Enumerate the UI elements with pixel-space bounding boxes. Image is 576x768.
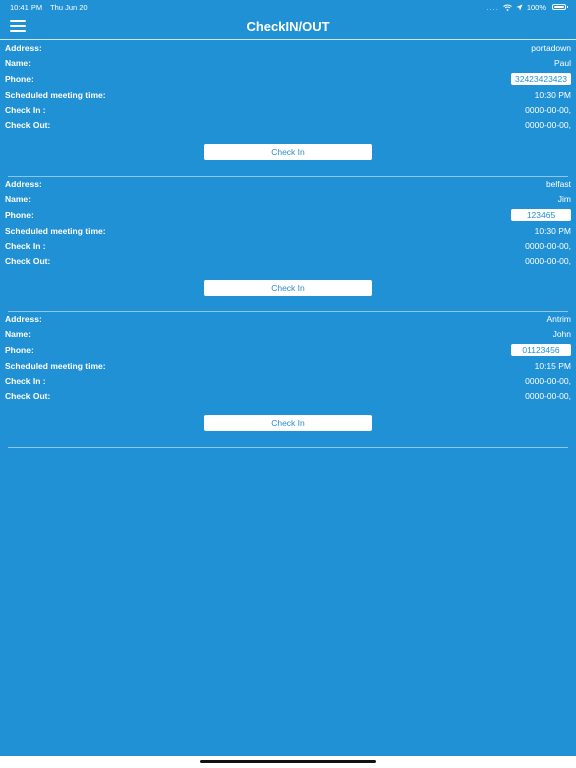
check-out-row: Check Out: 0000-00-00, — [5, 120, 571, 130]
name-value: Paul — [553, 58, 571, 68]
check-in-button[interactable]: Check In — [204, 144, 372, 160]
phone-field[interactable]: 123465 — [511, 208, 571, 221]
phone-label: Phone: — [5, 209, 34, 220]
check-out-value: 0000-00-00, — [525, 255, 571, 266]
address-label: Address: — [5, 43, 42, 53]
scheduled-value: 10:15 PM — [534, 361, 571, 371]
address-row: Address: portadown — [5, 43, 571, 53]
scheduled-label: Scheduled meeting time: — [5, 361, 106, 371]
check-out-row: Check Out: 0000-00-00, — [5, 391, 571, 401]
signal-dots: .... — [486, 2, 499, 12]
record-card: Address: belfast Name: Jim Phone: 123465… — [0, 177, 576, 313]
check-in-label: Check In : — [5, 105, 46, 115]
status-time: 10:41 PM — [10, 2, 43, 12]
name-row: Name: John — [5, 329, 571, 339]
check-in-value: 0000-00-00, — [525, 105, 571, 115]
menu-bar-middle — [10, 25, 26, 27]
scheduled-row: Scheduled meeting time: 10:15 PM — [5, 361, 571, 371]
scheduled-label: Scheduled meeting time: — [5, 225, 106, 236]
hamburger-menu-icon[interactable] — [10, 19, 26, 33]
status-right: .... 100% — [486, 2, 568, 12]
check-out-row: Check Out: 0000-00-00, — [5, 256, 571, 266]
name-label: Name: — [5, 329, 31, 339]
phone-field[interactable]: 01123456 — [511, 344, 571, 356]
scheduled-label: Scheduled meeting time: — [5, 90, 106, 100]
scheduled-value: 10:30 PM — [534, 90, 571, 100]
address-value: portadown — [531, 43, 571, 53]
phone-row: Phone: 32423423423 — [5, 73, 571, 85]
address-label: Address: — [5, 314, 42, 324]
check-out-label: Check Out: — [5, 120, 51, 130]
menu-bar-top — [10, 20, 26, 22]
check-out-value: 0000-00-00, — [525, 120, 571, 130]
check-in-value: 0000-00-00, — [525, 376, 571, 386]
scheduled-row: Scheduled meeting time: 10:30 PM — [5, 226, 571, 236]
name-label: Name: — [5, 193, 31, 204]
menu-bar-bottom — [10, 30, 26, 32]
name-label: Name: — [5, 58, 31, 68]
status-left: 10:41 PM Thu Jun 20 — [10, 3, 94, 12]
check-in-label: Check In : — [5, 240, 46, 251]
battery-percent: 100% — [526, 2, 546, 12]
nav-bar: CheckIN/OUT — [0, 14, 576, 40]
scheduled-value: 10:30 PM — [534, 225, 571, 236]
record-card: Address: portadown Name: Paul Phone: 324… — [0, 41, 576, 177]
address-value: belfast — [545, 178, 571, 189]
battery-icon — [552, 4, 568, 10]
check-in-row: Check In : 0000-00-00, — [5, 105, 571, 115]
check-in-label: Check In : — [5, 376, 46, 386]
address-row: Address: Antrim — [5, 314, 571, 324]
address-row: Address: belfast — [5, 179, 571, 189]
record-card: Address: Antrim Name: John Phone: 011234… — [0, 312, 576, 448]
check-out-value: 0000-00-00, — [525, 391, 571, 401]
check-in-button[interactable]: Check In — [204, 415, 372, 431]
check-in-row: Check In : 0000-00-00, — [5, 241, 571, 251]
phone-label: Phone: — [5, 345, 34, 355]
name-row: Name: Paul — [5, 58, 571, 68]
name-value: John — [552, 329, 571, 339]
phone-row: Phone: 01123456 — [5, 344, 571, 356]
phone-label: Phone: — [5, 74, 34, 84]
check-in-value: 0000-00-00, — [525, 240, 571, 251]
status-bar: 10:41 PM Thu Jun 20 .... 100% — [0, 0, 576, 14]
check-out-label: Check Out: — [5, 255, 51, 266]
name-row: Name: Jim — [5, 194, 571, 204]
scheduled-row: Scheduled meeting time: 10:30 PM — [5, 90, 571, 100]
wifi-icon — [502, 4, 512, 11]
phone-row: Phone: 123465 — [5, 208, 571, 221]
phone-field[interactable]: 32423423423 — [511, 73, 571, 85]
page-title: CheckIN/OUT — [246, 19, 330, 34]
records-list: Address: portadown Name: Paul Phone: 324… — [0, 41, 576, 448]
home-indicator[interactable] — [200, 760, 376, 763]
check-in-row: Check In : 0000-00-00, — [5, 376, 571, 386]
address-value: Antrim — [546, 314, 571, 324]
status-date: Thu Jun 20 — [50, 2, 88, 12]
check-out-label: Check Out: — [5, 391, 51, 401]
check-in-button[interactable]: Check In — [204, 279, 372, 296]
name-value: Jim — [557, 193, 571, 204]
address-label: Address: — [5, 178, 42, 189]
location-arrow-icon — [516, 4, 523, 10]
